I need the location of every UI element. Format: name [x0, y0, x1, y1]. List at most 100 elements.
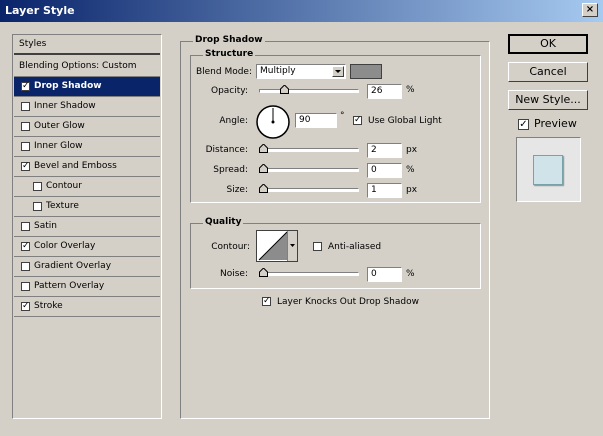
anti-aliased-label: Anti-aliased	[328, 242, 382, 252]
distance-slider-thumb[interactable]	[259, 144, 268, 153]
style-item[interactable]: Inner Shadow	[14, 97, 160, 117]
check-icon: ✓	[22, 81, 30, 91]
spread-slider[interactable]	[259, 164, 359, 173]
angle-unit: °	[340, 111, 345, 121]
distance-slider[interactable]	[259, 144, 359, 153]
style-item-checkbox[interactable]	[21, 122, 30, 131]
anti-aliased-checkbox[interactable]	[313, 242, 322, 251]
style-item-label: Inner Glow	[34, 141, 83, 151]
style-item-label: Drop Shadow	[34, 81, 102, 91]
style-item-label: Color Overlay	[34, 241, 96, 251]
check-icon: ✓	[22, 161, 30, 171]
styles-header[interactable]: Styles	[14, 35, 160, 55]
preview-swatch	[533, 155, 563, 185]
shadow-color-swatch[interactable]	[350, 64, 382, 79]
noise-slider[interactable]	[259, 268, 359, 277]
check-icon: ✓	[519, 119, 528, 130]
style-item-label: Gradient Overlay	[34, 261, 112, 271]
knockout-label: Layer Knocks Out Drop Shadow	[277, 297, 419, 307]
contour-picker[interactable]	[256, 230, 298, 262]
opacity-slider[interactable]	[259, 85, 359, 94]
drop-shadow-title: Drop Shadow	[193, 35, 265, 45]
style-item-label: Bevel and Emboss	[34, 161, 117, 171]
opacity-unit: %	[406, 85, 415, 95]
spread-slider-thumb[interactable]	[259, 164, 268, 173]
ok-button[interactable]: OK	[508, 34, 588, 54]
style-item-label: Texture	[46, 201, 79, 211]
styles-header-label: Styles	[19, 39, 47, 49]
use-global-light-label: Use Global Light	[368, 116, 442, 126]
styles-list: Styles Blending Options: Custom ✓ Drop Sh…	[12, 34, 162, 419]
new-style-button[interactable]: New Style...	[508, 90, 588, 110]
style-item[interactable]: Contour	[14, 177, 160, 197]
blend-mode-select[interactable]: Multiply	[256, 64, 346, 79]
style-item-checkbox[interactable]: ✓	[21, 302, 30, 311]
style-item[interactable]: ✓ Bevel and Emboss	[14, 157, 160, 177]
knockout-checkbox[interactable]: ✓	[262, 297, 271, 306]
size-input[interactable]: 1	[367, 183, 402, 198]
spread-unit: %	[406, 165, 415, 175]
style-item-label: Inner Shadow	[34, 101, 96, 111]
style-item-checkbox[interactable]	[21, 222, 30, 231]
blending-options[interactable]: Blending Options: Custom	[14, 57, 160, 77]
distance-label: Distance:	[205, 145, 248, 155]
style-item-label: Outer Glow	[34, 121, 85, 131]
cancel-button[interactable]: Cancel	[508, 62, 588, 82]
distance-unit: px	[406, 145, 418, 155]
opacity-input[interactable]: 26	[367, 84, 402, 99]
title-bar[interactable]: Layer Style ×	[0, 0, 603, 22]
noise-unit: %	[406, 269, 415, 279]
contour-dropdown[interactable]	[287, 231, 297, 261]
noise-label: Noise:	[220, 269, 248, 279]
check-icon: ✓	[22, 301, 30, 311]
noise-input[interactable]: 0	[367, 267, 402, 282]
quality-title: Quality	[203, 217, 244, 227]
blending-options-label: Blending Options: Custom	[19, 61, 137, 71]
style-item[interactable]: Inner Glow	[14, 137, 160, 157]
preview-label: Preview	[534, 117, 577, 130]
distance-input[interactable]: 2	[367, 143, 402, 158]
size-unit: px	[406, 185, 418, 195]
style-item[interactable]: Outer Glow	[14, 117, 160, 137]
style-item[interactable]: ✓ Color Overlay	[14, 237, 160, 257]
quality-group	[190, 223, 481, 289]
blend-mode-label: Blend Mode:	[195, 67, 252, 77]
chevron-down-icon	[332, 66, 344, 77]
style-item-checkbox[interactable]	[21, 262, 30, 271]
size-slider[interactable]	[259, 184, 359, 193]
size-label: Size:	[226, 185, 248, 195]
angle-dial-icon	[256, 105, 290, 139]
size-slider-thumb[interactable]	[259, 184, 268, 193]
style-item-label: Contour	[46, 181, 82, 191]
preview-checkbox[interactable]: ✓	[518, 119, 529, 130]
style-item-checkbox[interactable]	[33, 182, 42, 191]
style-item-label: Stroke	[34, 301, 63, 311]
structure-title: Structure	[203, 49, 256, 59]
style-item-checkbox[interactable]: ✓	[21, 242, 30, 251]
angle-dial[interactable]	[255, 104, 291, 140]
style-item-checkbox[interactable]	[33, 202, 42, 211]
style-item-checkbox[interactable]	[21, 282, 30, 291]
style-item[interactable]: Gradient Overlay	[14, 257, 160, 277]
preview-area	[516, 137, 581, 202]
style-item[interactable]: ✓ Drop Shadow	[14, 77, 160, 97]
close-button[interactable]: ×	[582, 3, 598, 17]
style-item-checkbox[interactable]: ✓	[21, 82, 30, 91]
style-item[interactable]: Satin	[14, 217, 160, 237]
style-item-checkbox[interactable]	[21, 102, 30, 111]
style-item[interactable]: Pattern Overlay	[14, 277, 160, 297]
spread-input[interactable]: 0	[367, 163, 402, 178]
opacity-slider-thumb[interactable]	[280, 85, 289, 94]
style-item-checkbox[interactable]: ✓	[21, 162, 30, 171]
contour-linear-icon	[258, 231, 288, 261]
angle-input[interactable]: 90	[295, 113, 337, 128]
style-item[interactable]: ✓ Stroke	[14, 297, 160, 317]
angle-label: Angle:	[219, 116, 248, 126]
style-item[interactable]: Texture	[14, 197, 160, 217]
style-item-checkbox[interactable]	[21, 142, 30, 151]
style-item-label: Satin	[34, 221, 57, 231]
use-global-light-checkbox[interactable]: ✓	[353, 116, 362, 125]
layer-style-dialog: Layer Style × Styles Blending Options: C…	[0, 0, 603, 436]
noise-slider-thumb[interactable]	[259, 268, 268, 277]
spread-label: Spread:	[213, 165, 248, 175]
